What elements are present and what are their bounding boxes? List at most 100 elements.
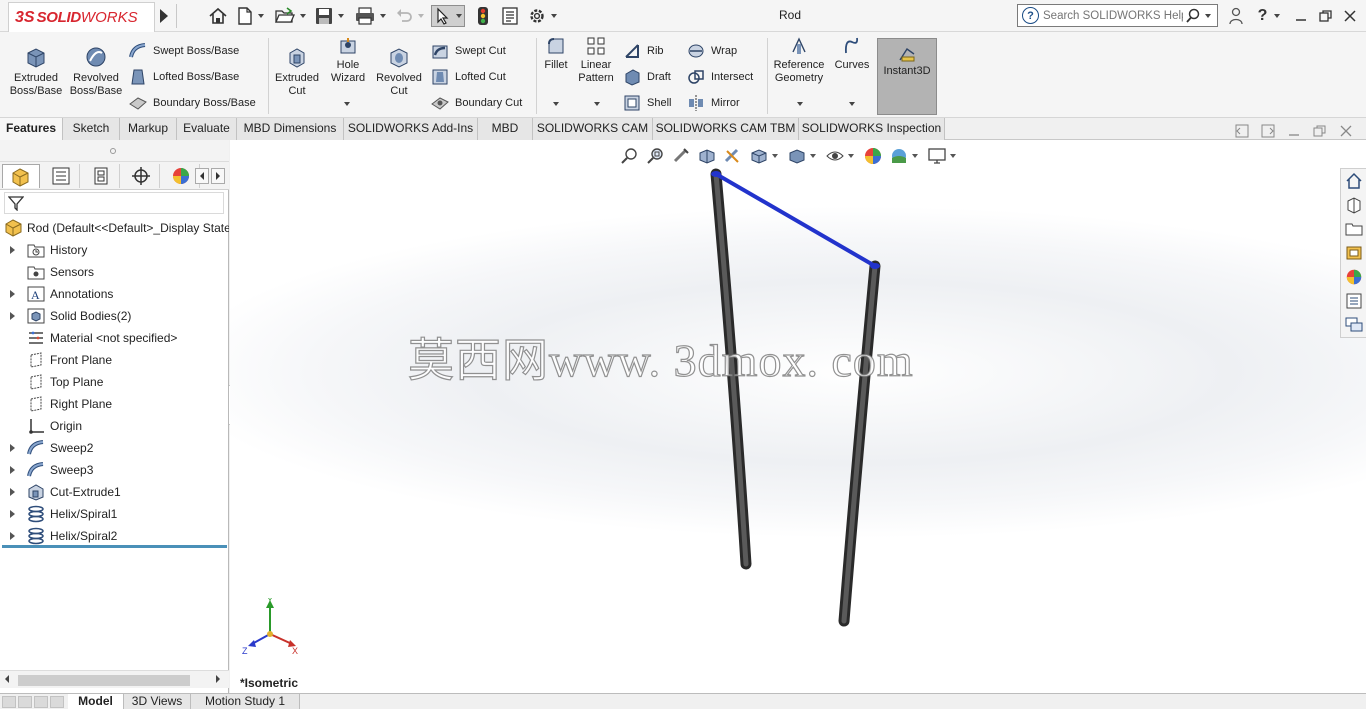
home-button[interactable]: [208, 5, 228, 27]
user-account-button[interactable]: [1226, 6, 1246, 26]
viewport-next-button[interactable]: [1260, 124, 1276, 138]
draft-button[interactable]: Draft: [622, 68, 671, 86]
tree-item-material[interactable]: Material <not specified>: [0, 327, 229, 349]
forum-tab[interactable]: [1343, 315, 1365, 335]
undo-button[interactable]: [394, 5, 424, 27]
view-palette-tab[interactable]: [1343, 243, 1365, 263]
linear-pattern-button[interactable]: Linear Pattern: [574, 37, 618, 85]
scroll-thumb[interactable]: [18, 675, 190, 686]
tree-item-helix-spiral2[interactable]: Helix/Spiral2: [0, 525, 229, 547]
configuration-manager-tab[interactable]: [82, 164, 120, 188]
linear-pattern-dropdown-icon[interactable]: [594, 102, 600, 106]
new-document-button[interactable]: [236, 5, 264, 27]
viewport-restore-button[interactable]: [1312, 124, 1328, 138]
restore-button[interactable]: [1316, 6, 1336, 26]
tab-model[interactable]: Model: [68, 694, 124, 709]
tab-solidworks-cam-tbm[interactable]: SOLIDWORKS CAM TBM: [653, 118, 799, 140]
instant3d-button[interactable]: Instant3D: [877, 38, 937, 115]
options-button[interactable]: [527, 5, 557, 27]
revolved-boss-button[interactable]: Revolved Boss/Base: [68, 38, 124, 98]
tree-item-top-plane[interactable]: Top Plane: [0, 371, 229, 393]
select-button[interactable]: [431, 5, 465, 27]
intersect-button[interactable]: Intersect: [686, 68, 753, 86]
extruded-cut-button[interactable]: Extruded Cut: [272, 38, 322, 98]
menu-expand-arrow-icon[interactable]: [160, 9, 168, 23]
viewport-previous-button[interactable]: [1234, 124, 1250, 138]
tree-item-right-plane[interactable]: Right Plane: [0, 393, 229, 415]
rebuild-button[interactable]: [476, 5, 490, 27]
help-button[interactable]: ?: [1252, 6, 1286, 26]
tab-solidworks-add-ins[interactable]: SOLIDWORKS Add-Ins: [344, 118, 478, 140]
save-button[interactable]: [314, 5, 344, 27]
tree-root-part[interactable]: Rod (Default<<Default>_Display State: [0, 217, 229, 239]
reference-geometry-dropdown-icon[interactable]: [797, 102, 803, 106]
curves-button[interactable]: Curves: [832, 37, 872, 72]
tree-item-history[interactable]: History: [0, 239, 229, 261]
tab-solidworks-cam[interactable]: SOLIDWORKS CAM: [533, 118, 653, 140]
custom-properties-tab[interactable]: [1343, 291, 1365, 311]
rollback-bar[interactable]: [2, 545, 227, 548]
print-button[interactable]: [354, 5, 386, 27]
tab-motion-study-1[interactable]: Motion Study 1: [191, 694, 300, 709]
tab-mbd[interactable]: MBD: [478, 118, 533, 140]
feature-manager-tab[interactable]: [2, 164, 40, 188]
tree-item-sweep2[interactable]: Sweep2: [0, 437, 229, 459]
dimxpert-manager-tab[interactable]: [122, 164, 160, 188]
fillet-button[interactable]: Fillet: [540, 38, 572, 72]
rib-button[interactable]: Rib: [622, 42, 664, 60]
tree-item-solid-bodies[interactable]: Solid Bodies(2): [0, 305, 229, 327]
swept-boss-button[interactable]: Swept Boss/Base: [128, 42, 239, 60]
tree-item-helix-spiral1[interactable]: Helix/Spiral1: [0, 503, 229, 525]
shell-button[interactable]: Shell: [622, 94, 671, 112]
design-library-tab[interactable]: [1343, 195, 1365, 215]
hole-wizard-button[interactable]: Hole Wizard: [326, 38, 370, 85]
viewport-minimize-button[interactable]: [1286, 124, 1302, 138]
tree-item-annotations[interactable]: A Annotations: [0, 283, 229, 305]
wrap-button[interactable]: Wrap: [686, 42, 737, 60]
bottom-nav-prev[interactable]: [18, 696, 32, 708]
file-explorer-tab[interactable]: [1343, 219, 1365, 239]
tree-item-cut-extrude1[interactable]: Cut-Extrude1: [0, 481, 229, 503]
boundary-cut-button[interactable]: Boundary Cut: [430, 94, 522, 112]
close-button[interactable]: [1340, 6, 1360, 26]
panel-horizontal-scrollbar[interactable]: [0, 670, 229, 688]
panel-tab-scroll-right[interactable]: [211, 168, 225, 184]
tab-mbd-dimensions[interactable]: MBD Dimensions: [237, 118, 344, 140]
revolved-cut-button[interactable]: Revolved Cut: [374, 38, 424, 98]
tab-markup[interactable]: Markup: [120, 118, 177, 140]
feature-filter[interactable]: [4, 192, 224, 214]
help-search[interactable]: ?: [1017, 4, 1218, 27]
tree-item-sensors[interactable]: Sensors: [0, 261, 229, 283]
extruded-boss-button[interactable]: Extruded Boss/Base: [8, 38, 64, 98]
viewport-close-button[interactable]: [1338, 124, 1354, 138]
file-properties-button[interactable]: [500, 5, 520, 27]
bottom-nav-last[interactable]: [50, 696, 64, 708]
tree-item-front-plane[interactable]: Front Plane: [0, 349, 229, 371]
lofted-cut-button[interactable]: Lofted Cut: [430, 68, 506, 86]
tab-sketch[interactable]: Sketch: [63, 118, 120, 140]
curves-dropdown-icon[interactable]: [849, 102, 855, 106]
tab-features[interactable]: Features: [0, 118, 63, 140]
minimize-button[interactable]: [1291, 6, 1311, 26]
bottom-nav-first[interactable]: [2, 696, 16, 708]
lofted-boss-button[interactable]: Lofted Boss/Base: [128, 68, 239, 86]
panel-grip[interactable]: [0, 140, 229, 162]
mirror-button[interactable]: Mirror: [686, 94, 740, 112]
tab-solidworks-inspection[interactable]: SOLIDWORKS Inspection: [799, 118, 945, 140]
appearances-tab[interactable]: [1343, 267, 1365, 287]
fillet-dropdown-icon[interactable]: [553, 102, 559, 106]
graphics-area[interactable]: 莫西网www. 3dmox. com Y X Z *Isometric: [230, 140, 1366, 693]
boundary-boss-button[interactable]: Boundary Boss/Base: [128, 94, 256, 112]
solidworks-logo[interactable]: 3S SOLID WORKS: [8, 2, 155, 32]
panel-tab-scroll-left[interactable]: [195, 168, 209, 184]
help-search-input[interactable]: [1043, 9, 1183, 22]
search-dropdown-icon[interactable]: [1205, 13, 1211, 18]
tab-3d-views[interactable]: 3D Views: [124, 694, 191, 709]
solidworks-resources-tab[interactable]: [1343, 171, 1365, 191]
tree-item-sweep3[interactable]: Sweep3: [0, 459, 229, 481]
reference-geometry-button[interactable]: Reference Geometry: [770, 37, 828, 85]
open-button[interactable]: [274, 5, 306, 27]
property-manager-tab[interactable]: [42, 164, 80, 188]
tab-evaluate[interactable]: Evaluate: [177, 118, 237, 140]
hole-wizard-dropdown-icon[interactable]: [344, 102, 350, 106]
